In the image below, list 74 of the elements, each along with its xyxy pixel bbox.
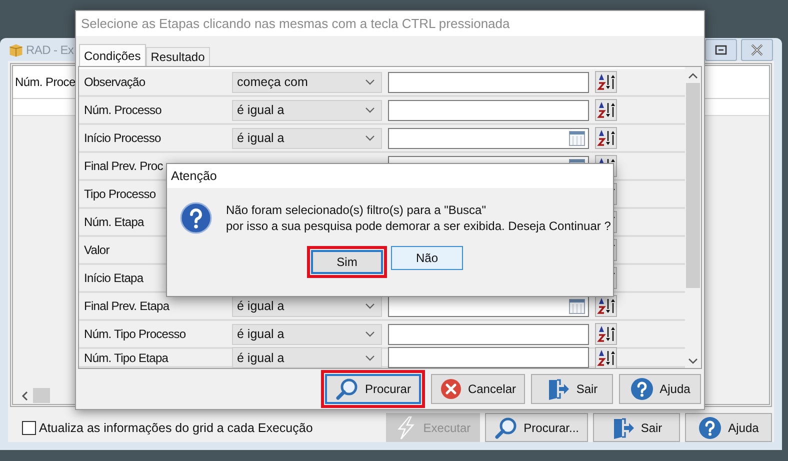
sort-icon[interactable]: [595, 295, 617, 317]
package-icon: [8, 42, 24, 58]
button[interactable]: Sair: [593, 413, 680, 442]
door-exit-icon: [546, 377, 570, 401]
sort-icon[interactable]: [595, 127, 617, 149]
chevron-down-icon[interactable]: [688, 358, 698, 364]
field-label: Núm. Tipo Etapa: [83, 350, 170, 364]
sort-icon[interactable]: [595, 346, 617, 368]
tab[interactable]: Condições: [79, 44, 146, 66]
calendar-icon[interactable]: [569, 130, 585, 146]
chevron-down-icon: [365, 135, 375, 141]
field-label: Núm. Etapa: [83, 215, 146, 229]
operator-dropdown[interactable]: é igual a: [232, 347, 382, 368]
button[interactable]: Não: [391, 246, 463, 270]
button[interactable]: Sair: [531, 374, 613, 404]
button[interactable]: Procurar...: [484, 413, 588, 442]
chevron-down-icon: [365, 354, 375, 360]
close-icon: [750, 44, 764, 56]
checkbox[interactable]: [22, 420, 36, 434]
field-label: Tipo Processo: [83, 187, 157, 201]
column-header[interactable]: Núm. Proce: [13, 75, 76, 89]
date-field[interactable]: [388, 296, 589, 316]
input-field[interactable]: [388, 100, 589, 120]
help-icon: [630, 377, 654, 401]
dialog-title: Atenção: [167, 164, 613, 188]
message-text: Não foram selecionado(s) filtro(s) para a "Busca": [226, 203, 487, 217]
help-icon: [698, 416, 722, 440]
operator-dropdown[interactable]: é igual a: [232, 296, 382, 316]
chevron-up-icon[interactable]: [688, 73, 698, 79]
field-label: Núm. Tipo Processo: [83, 327, 187, 341]
chevron-down-icon: [365, 107, 375, 113]
field-label: Observação: [83, 75, 146, 89]
question-icon: [180, 202, 212, 234]
field-label: Valor: [83, 243, 110, 257]
chevron-down-icon: [365, 303, 375, 309]
chevron-down-icon: [365, 331, 375, 337]
message-text: por isso a sua pesquisa pode demorar a ser exibida. Deseja Continuar ?: [226, 219, 611, 233]
window-title: RAD - Ex: [26, 42, 74, 56]
input-field[interactable]: [388, 324, 589, 344]
field-label: Núm. Processo: [83, 103, 162, 117]
tab[interactable]: Resultado: [146, 47, 210, 66]
sort-icon[interactable]: [595, 99, 617, 121]
operator-dropdown[interactable]: começa com: [232, 72, 382, 92]
restore-icon: [715, 44, 727, 54]
sort-icon[interactable]: [595, 323, 617, 345]
cancel-icon: [440, 378, 462, 400]
field-label: Início Processo: [83, 131, 162, 145]
calendar-icon[interactable]: [569, 298, 585, 314]
button[interactable]: Procurar: [324, 374, 421, 404]
operator-dropdown[interactable]: é igual a: [232, 100, 382, 120]
input-field[interactable]: [388, 72, 589, 92]
search-icon: [334, 377, 359, 401]
input-field[interactable]: [388, 347, 589, 368]
field-label: Início Etapa: [83, 271, 144, 285]
dialog-title: Selecione as Etapas clicando nas mesmas com a tecla CTRL pressionada: [76, 11, 704, 36]
field-label: Final Prev. Proc: [83, 159, 164, 173]
chevron-down-icon: [365, 79, 375, 85]
operator-dropdown[interactable]: é igual a: [232, 324, 382, 344]
field-label: Final Prev. Etapa: [83, 299, 170, 313]
search-icon: [494, 416, 518, 440]
date-field[interactable]: [388, 128, 589, 148]
checkbox-label: Atualiza as informações do grid a cada Execução: [39, 420, 313, 434]
button[interactable]: Cancelar: [430, 374, 525, 404]
scroll-thumb[interactable]: [686, 83, 700, 288]
scroll-thumb[interactable]: [33, 388, 50, 403]
chevron-left-icon[interactable]: [21, 390, 29, 400]
vertical-scrollbar[interactable]: [685, 67, 701, 368]
button[interactable]: Ajuda: [685, 413, 772, 442]
restore-button[interactable]: [705, 38, 737, 60]
operator-dropdown[interactable]: é igual a: [232, 128, 382, 148]
button[interactable]: Ajuda: [619, 374, 701, 404]
sort-icon[interactable]: [595, 71, 617, 93]
button[interactable]: Sim: [311, 250, 383, 274]
close-button[interactable]: [741, 38, 773, 60]
